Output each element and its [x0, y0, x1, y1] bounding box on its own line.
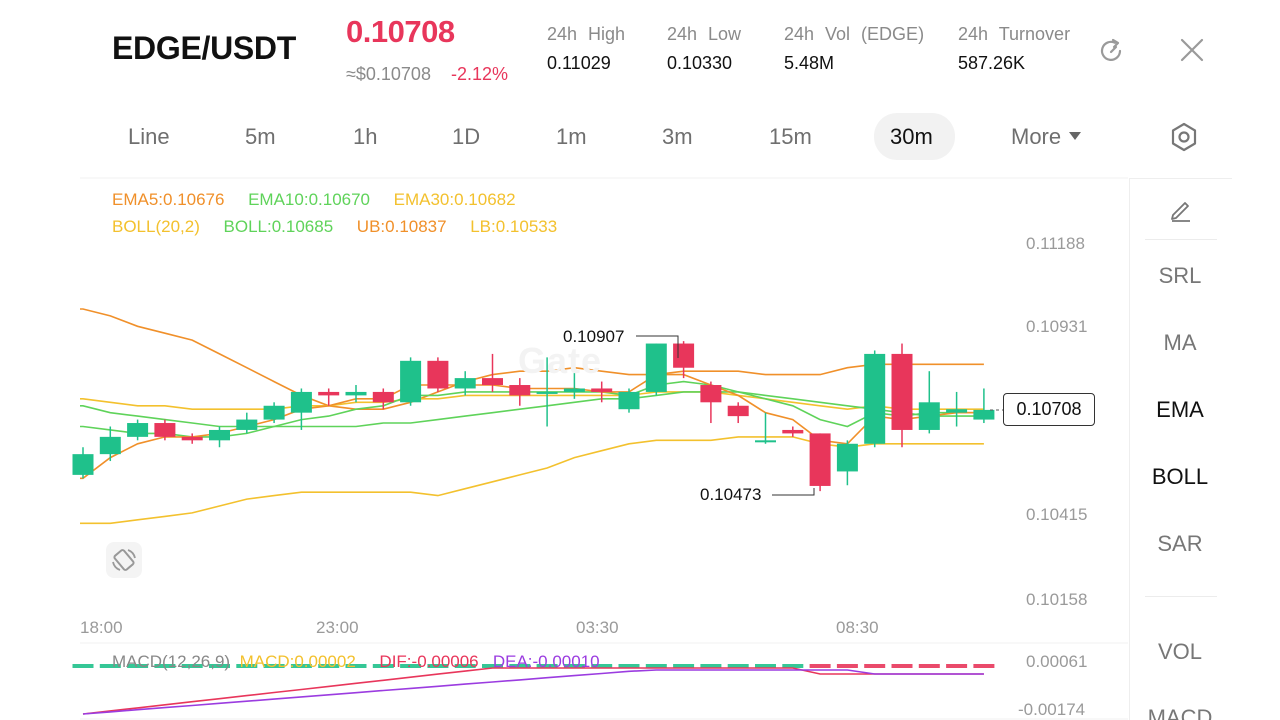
macd-y-tick: -0.00174	[1018, 700, 1086, 719]
candle-body	[263, 405, 285, 420]
candle-body	[209, 429, 230, 441]
candle-body	[536, 391, 558, 394]
boll-params: BOLL(20,2)	[112, 217, 200, 236]
y-tick: 0.10931	[1026, 317, 1088, 336]
boll-mid-legend: BOLL:0.10685	[223, 217, 334, 236]
ema5-legend: EMA5:0.10676	[112, 190, 225, 209]
candle-body	[427, 360, 449, 389]
candle-body	[400, 360, 422, 403]
dif-value: DIF:-0.00006	[379, 652, 479, 671]
pencil-icon[interactable]	[1166, 194, 1196, 224]
rotate-icon	[112, 549, 136, 571]
candle-body	[345, 391, 367, 396]
candle-body	[290, 391, 312, 413]
candle-body	[154, 423, 176, 437]
candle-body	[236, 419, 258, 430]
candle-body	[973, 409, 995, 420]
candle-body	[509, 385, 531, 396]
macd-histogram-bar	[836, 664, 858, 668]
candle-body	[372, 391, 394, 403]
macd-y-tick: 0.00061	[1026, 652, 1088, 671]
macd-histogram-bar	[891, 664, 913, 668]
dea-line	[82, 669, 984, 715]
min-price-leader	[772, 488, 815, 496]
x-tick: 18:00	[80, 618, 123, 637]
candle-body	[181, 436, 203, 441]
candle-body	[127, 423, 149, 437]
max-price-label: 0.10907	[563, 327, 625, 346]
macd-histogram-bar	[946, 664, 968, 668]
candle-body	[809, 433, 831, 486]
candle-body	[836, 443, 858, 472]
x-tick: 08:30	[836, 618, 879, 637]
dea-value: DEA:-0.00010	[492, 652, 600, 671]
macd-histogram-bar	[809, 664, 831, 668]
candle-body	[727, 405, 749, 417]
indicator-panel: SRL MA EMA BOLL SAR VOL MACD	[1129, 178, 1232, 720]
boll-lb-legend: LB:0.10533	[470, 217, 558, 236]
candle-body	[755, 440, 776, 443]
kline-page: { "header": { "pair": "EDGE/USDT", "pric…	[0, 0, 1280, 720]
macd-legend: MACD(12,26,9) MACD:0.00002 DIF:-0.00006 …	[112, 652, 600, 672]
candle-body	[673, 343, 695, 368]
indicator-srl[interactable]: SRL	[1130, 263, 1230, 289]
indicator-vol[interactable]: VOL	[1130, 639, 1230, 665]
min-price-label: 0.10473	[700, 485, 762, 504]
candle-body	[700, 385, 722, 403]
indicator-ema[interactable]: EMA	[1130, 397, 1230, 423]
macd-histogram-bar	[918, 664, 940, 668]
macd-params: MACD(12,26,9)	[112, 652, 231, 671]
close-icon[interactable]	[1178, 36, 1206, 64]
y-tick: 0.11188	[1026, 234, 1085, 253]
boll-ub-legend: UB:0.10837	[356, 217, 447, 236]
candle-body	[482, 378, 503, 386]
rotate-screen-button[interactable]	[106, 542, 142, 578]
x-tick: 23:00	[316, 618, 359, 637]
ema10-legend: EMA10:0.10670	[248, 190, 371, 209]
macd-value: MACD:0.00002	[239, 652, 356, 671]
panel-divider	[1145, 239, 1217, 240]
indicator-sar[interactable]: SAR	[1130, 531, 1230, 557]
candle-body	[563, 388, 585, 392]
candle-body	[645, 343, 667, 392]
y-tick: 0.10158	[1026, 590, 1088, 609]
indicator-macd[interactable]: MACD	[1130, 705, 1230, 720]
panel-divider	[1145, 596, 1217, 597]
current-price-tag[interactable]: 0.10708	[1003, 393, 1095, 426]
macd-histogram-bar	[72, 664, 94, 668]
macd-histogram-bar	[864, 664, 886, 668]
candle-body	[454, 378, 476, 389]
settings-hexagon-icon[interactable]	[1168, 121, 1200, 153]
dif-line	[82, 667, 984, 715]
candle-body	[946, 409, 968, 413]
ema30-legend: EMA30:0.10682	[393, 190, 516, 209]
indicator-boll[interactable]: BOLL	[1130, 464, 1230, 490]
candle-body	[99, 436, 121, 455]
boll-legend: BOLL(20,2) BOLL:0.10685 UB:0.10837 LB:0.…	[112, 217, 557, 237]
ema-legend: EMA5:0.10676 EMA10:0.10670 EMA30:0.10682	[112, 190, 516, 210]
candle-body	[72, 454, 94, 475]
candle-body	[318, 391, 340, 396]
candle-body	[891, 353, 913, 430]
candle-body	[782, 429, 804, 434]
candle-body	[591, 388, 613, 392]
candle-body	[618, 391, 640, 410]
macd-histogram-bar	[973, 664, 995, 668]
candle-body	[918, 402, 940, 430]
candle-body	[864, 353, 886, 444]
x-tick: 03:30	[576, 618, 619, 637]
indicator-ma[interactable]: MA	[1130, 330, 1230, 356]
y-tick: 0.10415	[1026, 505, 1088, 524]
